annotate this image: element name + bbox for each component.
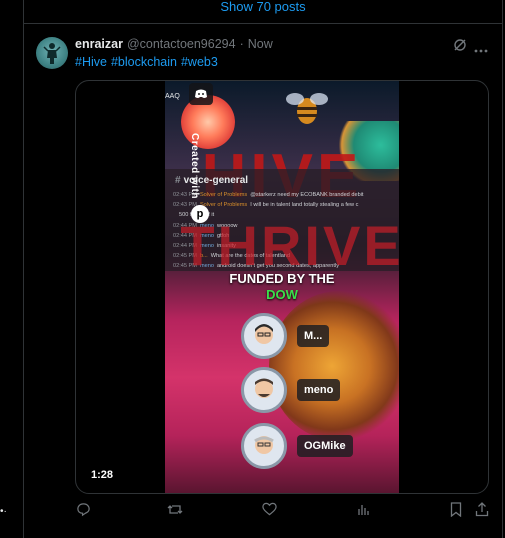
chat-user: Solver of Problems <box>199 192 248 198</box>
bee-illustration <box>286 93 328 124</box>
author-name[interactable]: enraizar <box>75 37 123 51</box>
member-name: M... <box>297 325 330 347</box>
video-big-word-2: THRIVE <box>180 214 399 277</box>
voice-member: OGMike <box>241 423 353 469</box>
chat-user: Solver of Problems <box>199 202 248 209</box>
more-icon[interactable] <box>474 40 488 58</box>
avatar-figure-icon <box>43 43 61 64</box>
member-name: OGMike <box>297 435 353 457</box>
voice-member: M... <box>241 313 330 359</box>
chat-text: I will be in talent land totally stealin… <box>250 202 359 209</box>
show-new-posts-button[interactable]: Show 70 posts <box>24 0 502 24</box>
chat-text: @starkerz need my ECOBANK branded debit <box>250 192 364 198</box>
created-with-watermark: Created with <box>189 133 200 200</box>
hashtag-link[interactable]: #web3 <box>181 55 218 69</box>
like-icon[interactable] <box>262 502 277 521</box>
video-player[interactable]: AAQ HIVE #voice-general 02:43 PMSolver o… <box>75 80 489 494</box>
video-caption-line-1: FUNDED BY THE <box>229 271 335 286</box>
author-avatar[interactable] <box>36 37 68 69</box>
video-timestamp: 1:28 <box>91 469 114 481</box>
member-avatar <box>241 313 287 359</box>
post-header: enraizar @contactoen96294 · Now <box>75 37 273 51</box>
member-avatar <box>241 423 287 469</box>
header-separator: · <box>239 37 244 51</box>
share-icon[interactable] <box>475 502 489 522</box>
views-icon[interactable] <box>357 502 371 521</box>
discord-icon <box>189 83 213 105</box>
chat-line: 02:43 PM Solver of Problems @starkerz need… <box>173 190 393 200</box>
grok-icon[interactable] <box>453 38 467 57</box>
show-posts-label[interactable]: Show 70 posts <box>220 0 305 14</box>
member-name: meno <box>297 379 341 401</box>
timeline-left-border <box>23 0 24 538</box>
post-hashtags: #Hive #blockchain #web3 <box>75 55 218 69</box>
chat-channel-title: # voice-general <box>173 175 393 186</box>
hashtag-link[interactable]: #Hive <box>75 55 107 69</box>
bookmark-icon[interactable] <box>450 502 462 522</box>
post-time[interactable]: Now <box>248 37 273 51</box>
voice-member: meno <box>241 367 341 413</box>
post-actions <box>75 502 495 522</box>
video-frame[interactable]: AAQ HIVE #voice-general 02:43 PMSolver o… <box>165 81 399 493</box>
created-with-logo-icon: p <box>191 205 209 223</box>
timeline-right-border <box>502 0 503 538</box>
video-caption-line-2: DOW <box>266 287 298 302</box>
sidebar-more-dots[interactable]: •· <box>0 506 7 517</box>
channel-hash-icon: # <box>175 175 181 186</box>
repost-icon[interactable] <box>167 502 183 522</box>
author-handle[interactable]: @contactoen96294 <box>127 37 236 51</box>
video-overlay-label: AAQ <box>165 93 180 100</box>
member-avatar <box>241 367 287 413</box>
reply-icon[interactable] <box>76 502 91 522</box>
hashtag-link[interactable]: #blockchain <box>111 55 177 69</box>
